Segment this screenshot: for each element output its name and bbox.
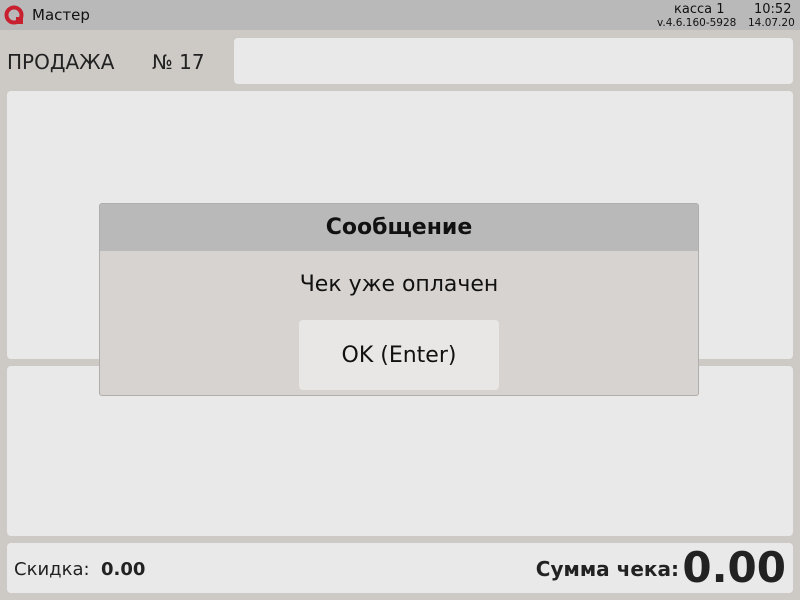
- ok-button[interactable]: OK (Enter): [299, 320, 499, 390]
- discount-value: 0.00: [101, 559, 146, 580]
- message-dialog: Сообщение Чек уже оплачен OK (Enter): [99, 203, 699, 396]
- total-label: Сумма чека:: [535, 557, 679, 581]
- total-value: 0.00: [682, 543, 786, 592]
- app-name: Мастер: [32, 6, 90, 24]
- dialog-title: Сообщение: [325, 215, 473, 240]
- register-label: касса 1: [674, 2, 725, 17]
- clock: 10:52: [754, 2, 792, 17]
- totals-bar: Скидка: 0.00 Сумма чека: 0.00: [7, 543, 793, 593]
- sale-number: № 17: [152, 50, 205, 74]
- pos-screen: Мастер касса 1 10:52 v.4.6.160-5928 14.0…: [0, 0, 800, 600]
- discount-label: Скидка:: [14, 559, 90, 580]
- app-logo-icon: [4, 5, 24, 25]
- dialog-message: Чек уже оплачен: [299, 272, 499, 297]
- header-input-field[interactable]: [234, 38, 793, 84]
- top-bar: Мастер касса 1 10:52 v.4.6.160-5928 14.0…: [0, 0, 800, 30]
- date-label: 14.07.20: [748, 17, 795, 29]
- sale-title: ПРОДАЖА: [7, 50, 115, 74]
- version-label: v.4.6.160-5928: [657, 17, 737, 29]
